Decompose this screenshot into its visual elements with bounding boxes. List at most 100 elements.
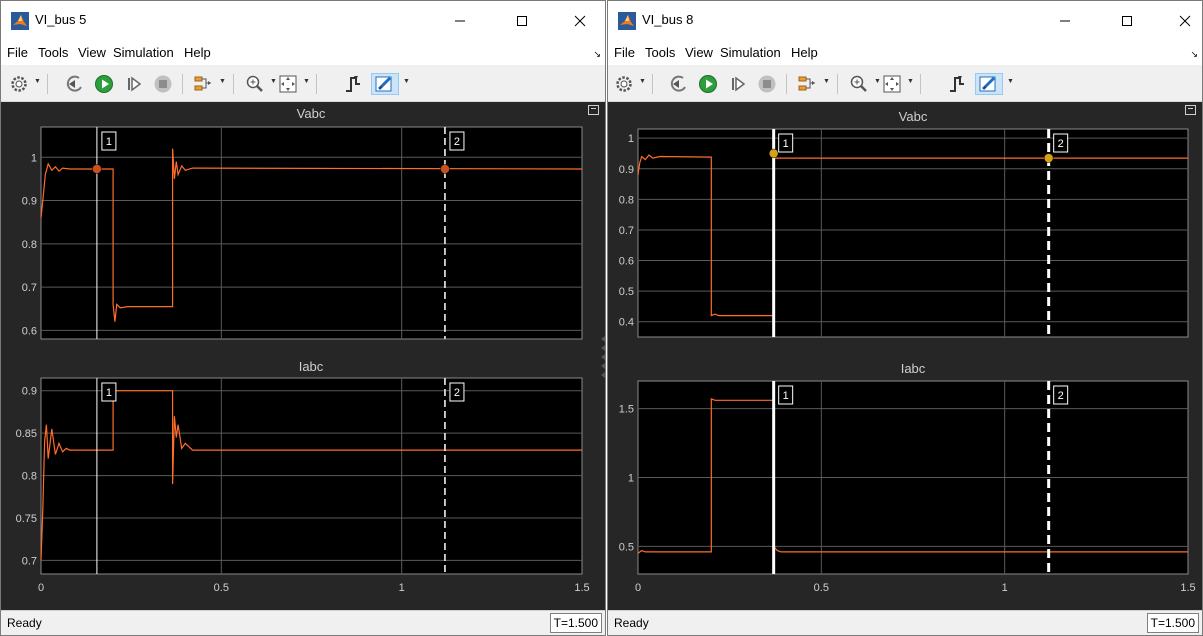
minimize-button[interactable]: [437, 5, 483, 37]
minimize-button[interactable]: [1042, 5, 1088, 37]
zoom-fit-icon: [279, 75, 297, 93]
y-tick-label: 1: [628, 473, 634, 485]
zoom-fit-dropdown-icon[interactable]: ▼: [907, 78, 914, 85]
y-tick-label: 0.5: [619, 541, 634, 553]
menu-simulation[interactable]: Simulation: [720, 45, 781, 60]
scope-window-vi-bus-5: VI_bus 5 File Tools View Simulation Help…: [0, 0, 606, 636]
menu-bar: File Tools View Simulation Help ↘: [608, 41, 1202, 65]
step-back-icon: [66, 75, 82, 92]
zoom-fit-button[interactable]: [277, 73, 299, 95]
toolbar-separator: [786, 74, 787, 94]
toolbar: ▼ ▼ ▼ ▼ ▼: [608, 65, 1202, 102]
step-forward-button[interactable]: [123, 73, 145, 95]
maximize-button[interactable]: [499, 5, 545, 37]
x-tick-label: 0: [38, 582, 44, 594]
signal-select-button[interactable]: [796, 73, 818, 95]
window-title: VI_bus 8: [642, 12, 694, 27]
menu-tools[interactable]: Tools: [645, 45, 675, 60]
triggers-button[interactable]: [946, 73, 968, 95]
y-tick-label: 0.85: [16, 428, 37, 440]
plot-area: Vabc 0.6 0.7 0.8 0.9 1 1 2 Iabc 0.7 0.75 0.8 0.85…: [1, 102, 605, 611]
cursor-measurement-dropdown-icon[interactable]: ▼: [1007, 78, 1014, 85]
zoom-in-icon: [850, 75, 867, 92]
cursor-label-2: 2: [1058, 390, 1064, 402]
axes-iabc[interactable]: 0.7 0.75 0.8 0.85 0.9 0 0.5 1 1.5 1 2: [1, 102, 606, 613]
settings-button[interactable]: [9, 73, 29, 95]
settings-icon: [11, 76, 27, 92]
menu-file[interactable]: File: [7, 45, 28, 60]
title-bar[interactable]: VI_bus 5: [1, 1, 605, 41]
toolbar-separator: [47, 74, 48, 94]
x-tick-label: 0.5: [814, 582, 829, 594]
maximize-icon: [517, 16, 527, 26]
run-button[interactable]: [93, 73, 115, 95]
zoom-in-button[interactable]: [848, 73, 870, 95]
maximize-button[interactable]: [1104, 5, 1150, 37]
title-bar[interactable]: VI_bus 8: [608, 1, 1202, 41]
menu-view[interactable]: View: [685, 45, 713, 60]
step-forward-button[interactable]: [727, 73, 749, 95]
window-title: VI_bus 5: [35, 12, 87, 27]
menubar-overflow-icon[interactable]: ↘: [593, 49, 601, 60]
status-text: Ready: [7, 616, 42, 630]
cursor-measurement-dropdown-icon[interactable]: ▼: [403, 78, 410, 85]
settings-dropdown-icon[interactable]: ▼: [639, 78, 646, 85]
toolbar-separator: [837, 74, 838, 94]
status-bar: Ready T=1.500: [608, 610, 1202, 635]
settings-button[interactable]: [614, 73, 634, 95]
x-tick-label: 1: [399, 582, 405, 594]
cursor-measurement-icon: [979, 76, 996, 92]
zoom-in-button[interactable]: [244, 73, 266, 95]
y-tick-label: 0.8: [22, 471, 37, 483]
menu-view[interactable]: View: [78, 45, 106, 60]
step-back-button[interactable]: [668, 73, 690, 95]
signal-select-dropdown-icon[interactable]: ▼: [823, 78, 830, 85]
simulation-time: T=1.500: [549, 613, 602, 633]
maximize-icon: [1122, 16, 1132, 26]
stop-button[interactable]: [152, 73, 174, 95]
x-tick-label: 0: [635, 582, 641, 594]
run-button[interactable]: [697, 73, 719, 95]
simulation-time: T=1.500: [1146, 613, 1199, 633]
matlab-logo-icon: [618, 12, 636, 30]
cursor-measurement-button[interactable]: [975, 73, 1003, 95]
close-button[interactable]: [1162, 5, 1202, 37]
menu-help[interactable]: Help: [184, 45, 211, 60]
cursor-label-1: 1: [783, 390, 789, 402]
y-tick-label: 0.7: [22, 555, 37, 567]
zoom-fit-button[interactable]: [881, 73, 903, 95]
zoom-dropdown-icon[interactable]: ▼: [874, 78, 881, 85]
menu-simulation[interactable]: Simulation: [113, 45, 174, 60]
menu-file[interactable]: File: [614, 45, 635, 60]
cursor-measurement-icon: [375, 76, 392, 92]
triggers-icon: [950, 76, 964, 92]
y-tick-label: 1.5: [619, 404, 634, 416]
splitter-grip-icon[interactable]: [599, 330, 607, 378]
step-back-button[interactable]: [64, 73, 86, 95]
zoom-fit-icon: [883, 75, 901, 93]
cursor-label-2: 2: [454, 387, 460, 399]
stop-icon: [758, 75, 776, 93]
x-tick-label: 1.5: [1180, 582, 1195, 594]
x-tick-label: 0.5: [214, 582, 229, 594]
toolbar-separator: [652, 74, 653, 94]
menu-tools[interactable]: Tools: [38, 45, 68, 60]
menu-help[interactable]: Help: [791, 45, 818, 60]
stop-button[interactable]: [756, 73, 778, 95]
zoom-dropdown-icon[interactable]: ▼: [270, 78, 277, 85]
zoom-in-icon: [246, 75, 263, 92]
close-icon: [1179, 15, 1191, 27]
close-button[interactable]: [557, 5, 603, 37]
toolbar-separator: [233, 74, 234, 94]
axes-iabc[interactable]: 0.5 1 1.5 0 0.5 1 1.5 1 2: [608, 102, 1203, 613]
signal-select-button[interactable]: [192, 73, 214, 95]
status-bar: Ready T=1.500: [1, 610, 605, 635]
cursor-measurement-button[interactable]: [371, 73, 399, 95]
zoom-fit-dropdown-icon[interactable]: ▼: [303, 78, 310, 85]
settings-dropdown-icon[interactable]: ▼: [34, 78, 41, 85]
settings-icon: [616, 76, 632, 92]
menubar-overflow-icon[interactable]: ↘: [1190, 49, 1198, 60]
minimize-icon: [455, 20, 465, 22]
triggers-button[interactable]: [342, 73, 364, 95]
signal-select-dropdown-icon[interactable]: ▼: [219, 78, 226, 85]
